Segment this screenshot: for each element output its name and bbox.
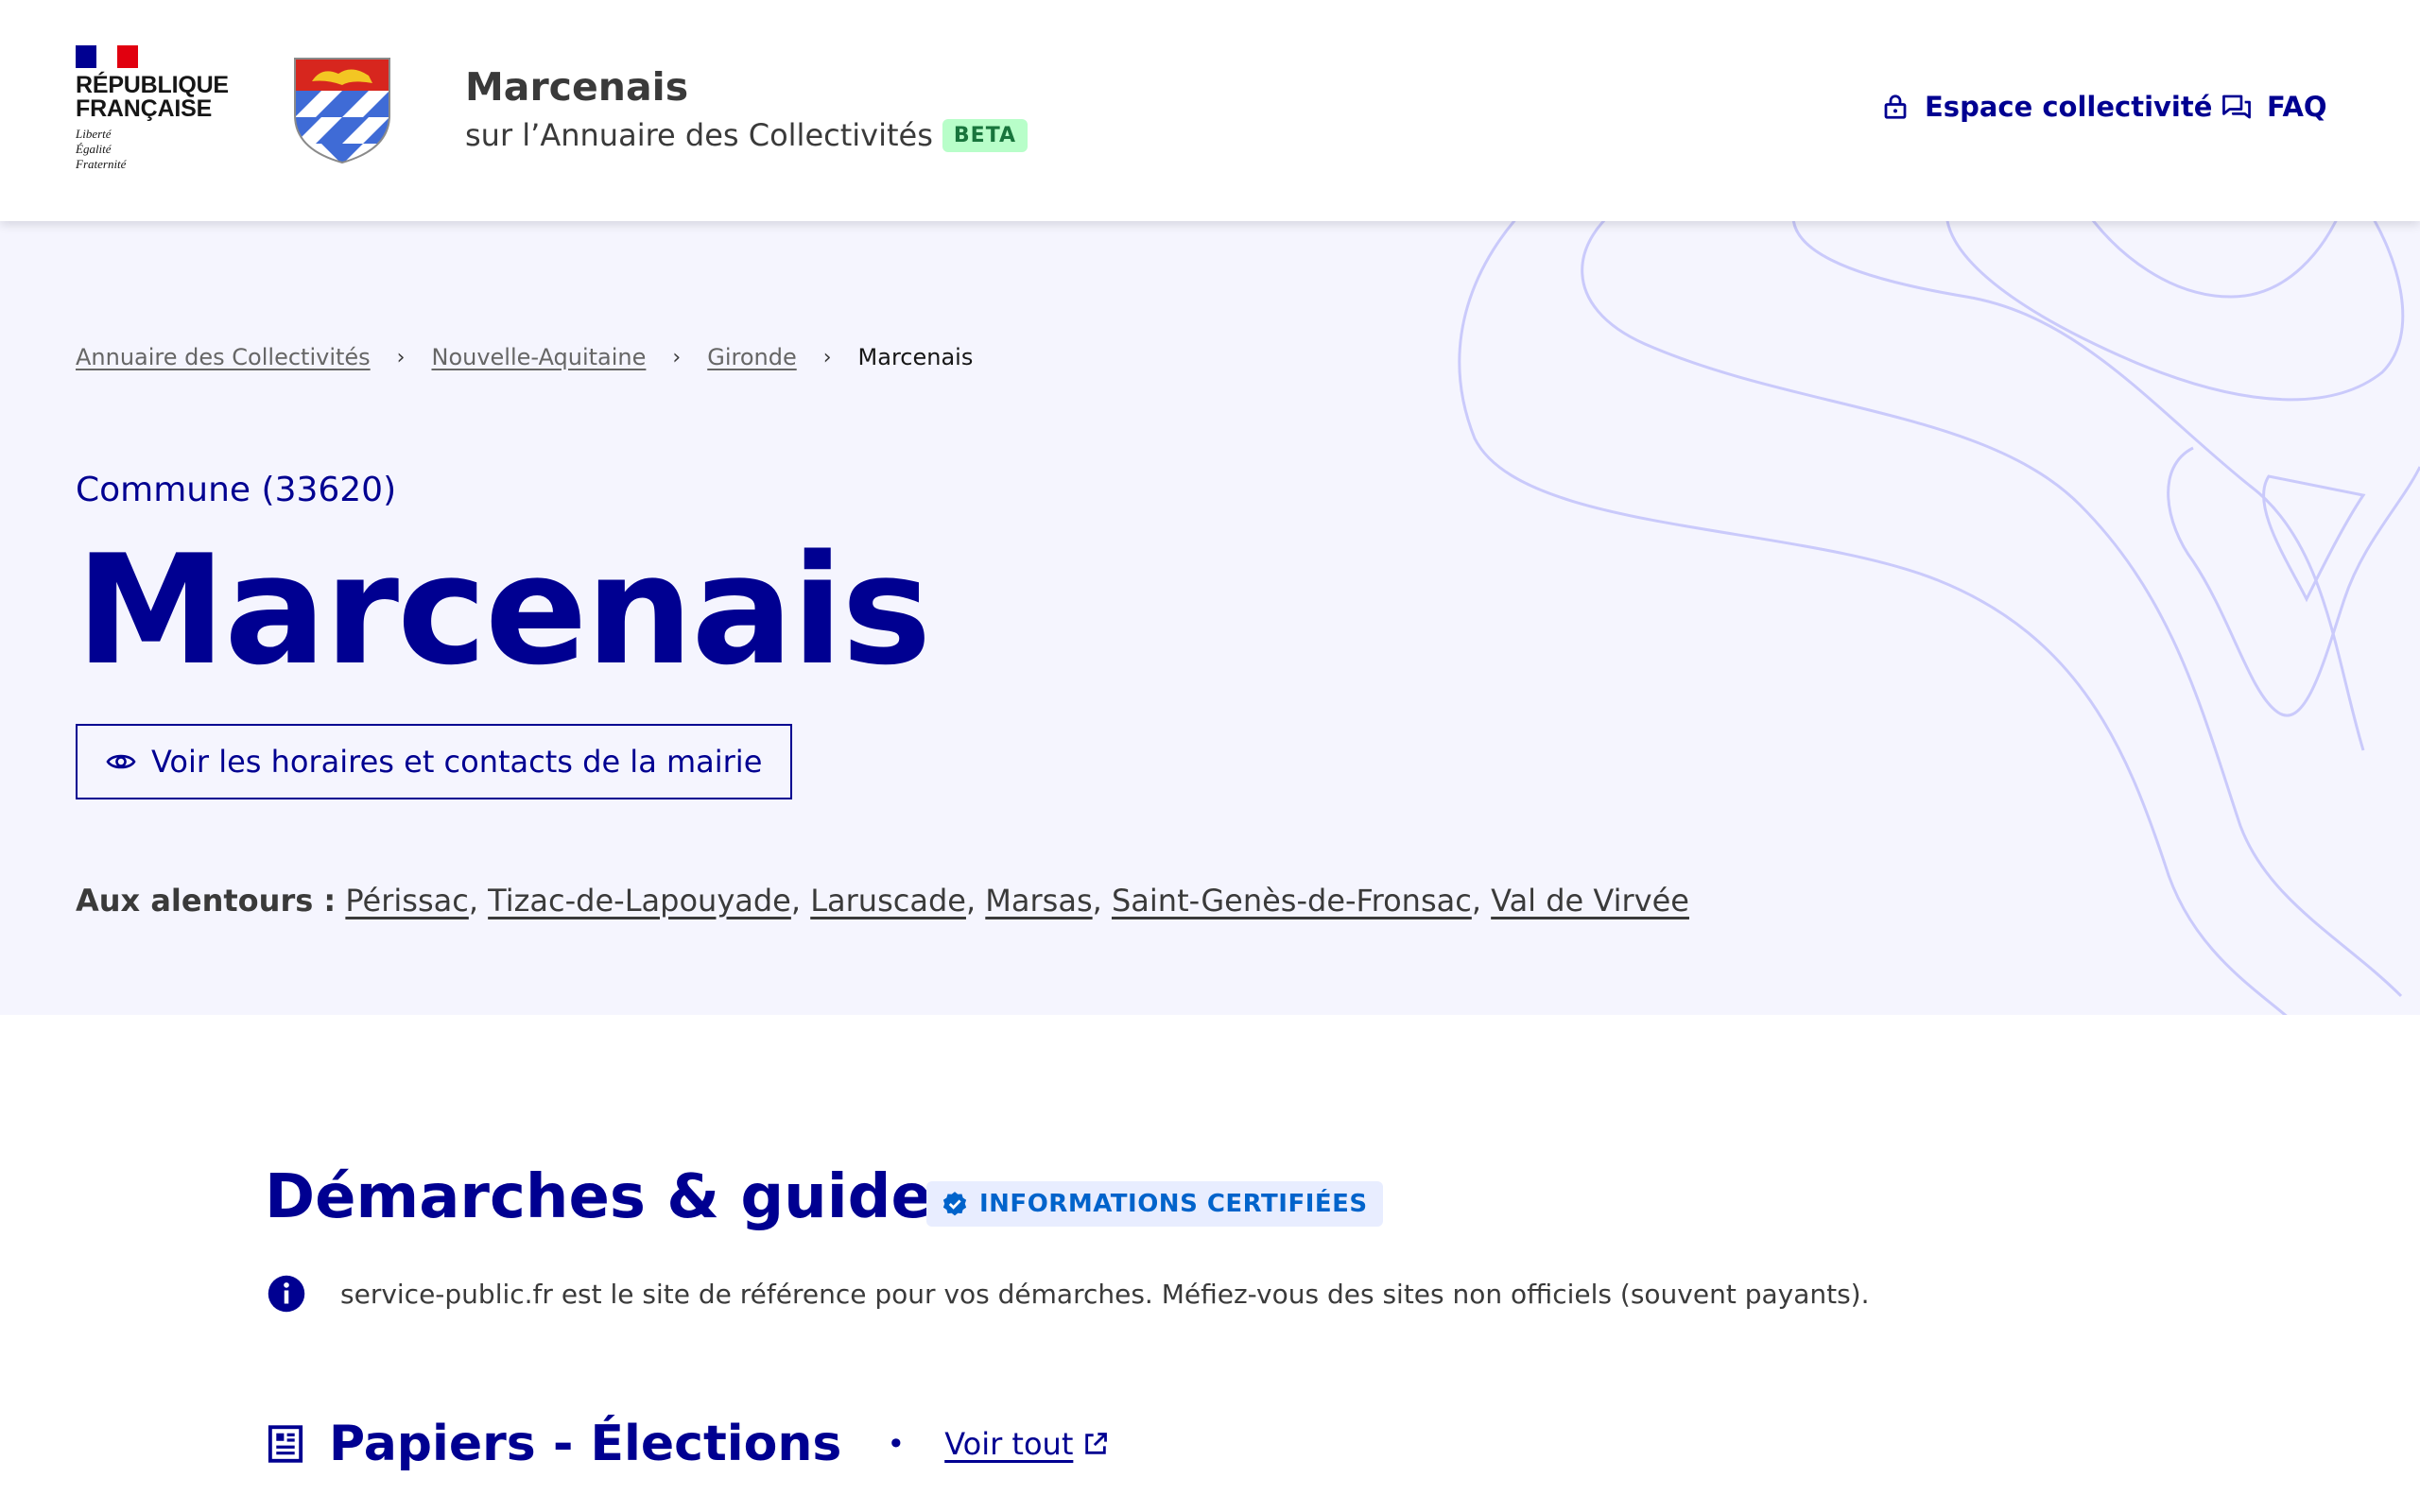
- page-title: Marcenais: [76, 522, 931, 698]
- nearby-link[interactable]: Laruscade: [810, 883, 966, 919]
- mairie-contacts-button[interactable]: Voir les horaires et contacts de la mair…: [76, 724, 793, 799]
- nearby-link[interactable]: Saint-Genès-de-Fronsac: [1112, 883, 1472, 919]
- faq-link[interactable]: FAQ: [2221, 91, 2327, 123]
- breadcrumb-item-departement[interactable]: Gironde: [707, 344, 797, 370]
- verified-icon: [942, 1192, 967, 1216]
- motto-egalite: Égalité: [76, 142, 112, 156]
- chevron-right-icon: ›: [672, 345, 682, 369]
- certified-badge: INFORMATIONS CERTIFIÉES: [926, 1181, 1383, 1227]
- certified-badge-label: INFORMATIONS CERTIFIÉES: [979, 1190, 1368, 1218]
- external-link-icon: [1085, 1433, 1108, 1454]
- chat-icon: [2222, 94, 2251, 119]
- rf-line-2: FRANÇAISE: [76, 95, 213, 122]
- republique-francaise-logo[interactable]: RÉPUBLIQUE FRANÇAISE Liberté Égalité Fra…: [76, 45, 229, 172]
- nearby-link[interactable]: Val de Virvée: [1491, 883, 1689, 919]
- french-flag-icon: [76, 45, 138, 68]
- breadcrumb: Annuaire des Collectivités › Nouvelle-Aq…: [76, 344, 973, 370]
- info-text: service-public.fr est le site de référen…: [340, 1278, 1870, 1310]
- espace-collectivite-link[interactable]: Espace collectivité: [1881, 91, 2212, 123]
- separator-dot: •: [887, 1426, 906, 1462]
- nearby-communes: Aux alentours : Périssac, Tizac-de-Lapou…: [76, 883, 1689, 919]
- eye-icon: [106, 754, 136, 769]
- nearby-link[interactable]: Tizac-de-Lapouyade: [488, 883, 791, 919]
- rf-motto: Liberté Égalité Fraternité: [76, 127, 227, 172]
- papiers-elections-title: Papiers - Élections: [329, 1416, 842, 1472]
- faq-label: FAQ: [2267, 91, 2327, 123]
- hero-section: Annuaire des Collectivités › Nouvelle-Aq…: [0, 221, 2420, 1015]
- commune-crest-icon: [294, 58, 390, 164]
- breadcrumb-item-region[interactable]: Nouvelle-Aquitaine: [431, 344, 646, 370]
- lock-icon: [1884, 94, 1907, 119]
- see-all-link[interactable]: Voir tout: [944, 1426, 1109, 1462]
- site-subtitle-text: sur l’Annuaire des Collectivités: [465, 117, 933, 153]
- mairie-button-label: Voir les horaires et contacts de la mair…: [151, 744, 763, 780]
- papiers-elections-header: Papiers - Élections • Voir tout: [267, 1416, 1109, 1472]
- motto-liberte: Liberté: [76, 127, 112, 141]
- nearby-link[interactable]: Marsas: [985, 883, 1092, 919]
- espace-collectivite-label: Espace collectivité: [1925, 91, 2213, 123]
- site-subtitle: sur l’Annuaire des Collectivités BETA: [465, 117, 1028, 153]
- commune-kind: Commune (33620): [76, 471, 397, 509]
- beta-badge: BETA: [942, 118, 1028, 152]
- motto-fraternite: Fraternité: [76, 157, 127, 171]
- document-icon: [268, 1425, 303, 1463]
- nearby-label: Aux alentours :: [76, 883, 337, 919]
- demarches-title: Démarches & guides: [265, 1162, 968, 1232]
- nearby-link[interactable]: Périssac: [345, 883, 468, 919]
- chevron-right-icon: ›: [396, 345, 406, 369]
- service-public-notice: service-public.fr est le site de référen…: [267, 1274, 1870, 1314]
- breadcrumb-item-annuaire[interactable]: Annuaire des Collectivités: [76, 344, 371, 370]
- see-all-label: Voir tout: [944, 1426, 1074, 1462]
- site-title[interactable]: Marcenais: [465, 64, 688, 110]
- site-header: RÉPUBLIQUE FRANÇAISE Liberté Égalité Fra…: [0, 0, 2420, 221]
- rf-line-1: RÉPUBLIQUE: [76, 72, 229, 98]
- chevron-right-icon: ›: [822, 345, 832, 369]
- info-icon: [268, 1275, 305, 1313]
- breadcrumb-current: Marcenais: [857, 344, 974, 370]
